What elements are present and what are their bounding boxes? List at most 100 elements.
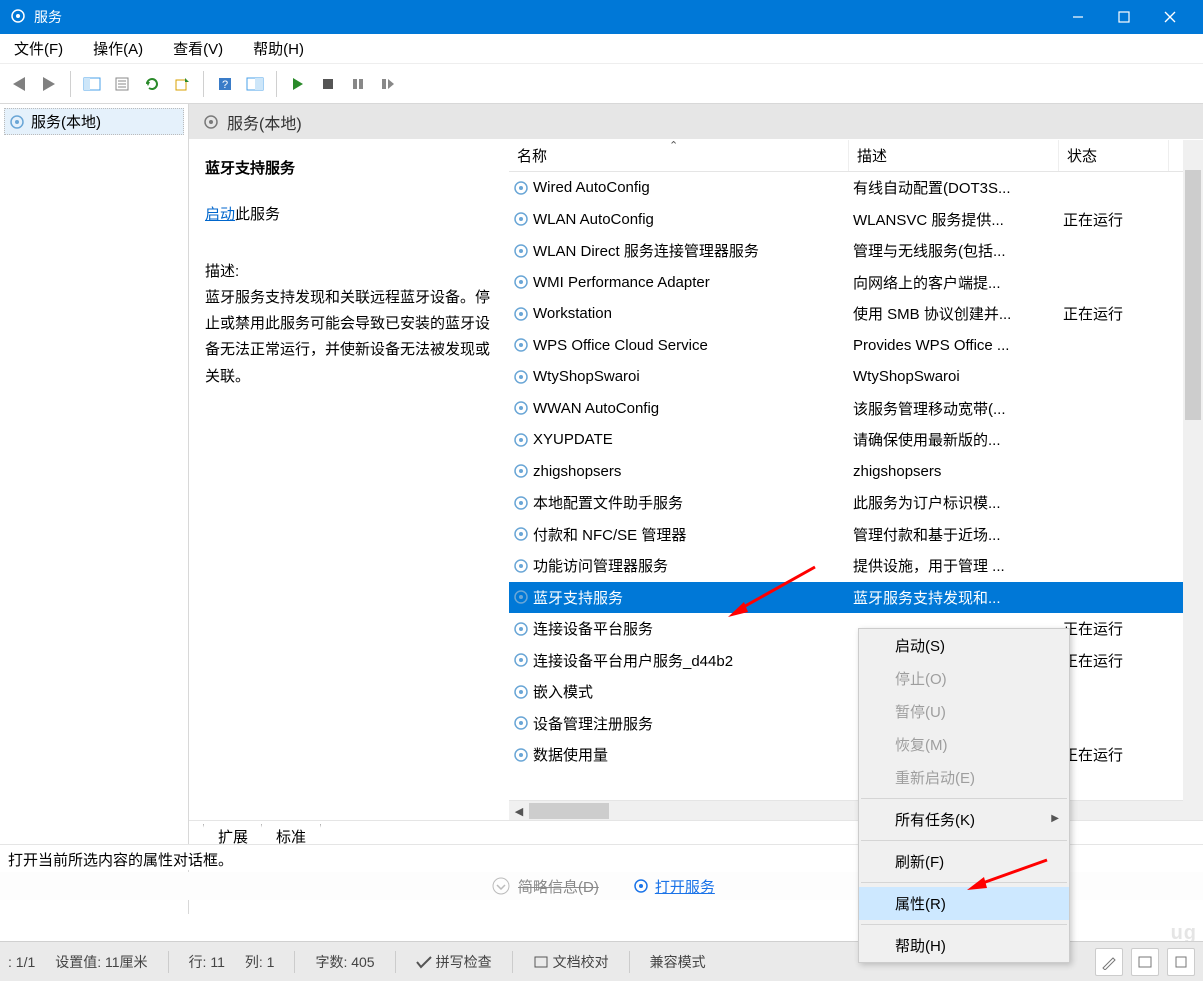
- status-text: 打开当前所选内容的属性对话框。: [8, 852, 233, 869]
- service-desc-cell: WLANSVC 服务提供...: [849, 209, 1059, 230]
- service-row[interactable]: 蓝牙支持服务蓝牙服务支持发现和...: [509, 582, 1203, 614]
- service-row[interactable]: WWAN AutoConfig该服务管理移动宽带(...: [509, 393, 1203, 425]
- brief-info-label[interactable]: 简略信息(D): [518, 876, 599, 897]
- service-status-cell: 正在运行: [1059, 303, 1169, 324]
- minimize-button[interactable]: [1055, 0, 1101, 34]
- window-title: 服务: [34, 7, 62, 27]
- service-name-cell: Wired AutoConfig: [509, 179, 849, 196]
- separator: [203, 71, 204, 97]
- ctx-help[interactable]: 帮助(H): [859, 929, 1069, 962]
- start-service-button[interactable]: [285, 71, 311, 97]
- col-indicator[interactable]: 列: 1: [245, 952, 275, 972]
- service-row[interactable]: XYUPDATE请确保使用最新版的...: [509, 424, 1203, 456]
- menu-view[interactable]: 查看(V): [169, 34, 227, 63]
- ctx-restart: 重新启动(E): [859, 761, 1069, 794]
- pause-service-button[interactable]: [345, 71, 371, 97]
- service-row[interactable]: WLAN AutoConfigWLANSVC 服务提供...正在运行: [509, 204, 1203, 236]
- scroll-left-button[interactable]: ◀: [509, 801, 529, 821]
- view-mode-icon[interactable]: [1131, 948, 1159, 976]
- service-row[interactable]: 嵌入模式: [509, 676, 1203, 708]
- service-row[interactable]: 连接设备平台用户服务_d44b2正在运行: [509, 645, 1203, 677]
- service-name-cell: zhigshopsers: [509, 463, 849, 480]
- service-name-cell: 付款和 NFC/SE 管理器: [509, 524, 849, 545]
- annotation-arrow-icon: [962, 855, 1052, 900]
- ctx-alltasks[interactable]: 所有任务(K): [859, 803, 1069, 836]
- service-row[interactable]: 本地配置文件助手服务此服务为订户标识模...: [509, 487, 1203, 519]
- service-name-cell: WPS Office Cloud Service: [509, 337, 849, 354]
- start-link[interactable]: 启动: [205, 206, 235, 223]
- expand-icon[interactable]: [1167, 948, 1195, 976]
- vertical-scrollbar[interactable]: [1183, 140, 1203, 820]
- service-row[interactable]: Workstation使用 SMB 协议创建并...正在运行: [509, 298, 1203, 330]
- refresh-button[interactable]: [139, 71, 165, 97]
- ctx-start[interactable]: 启动(S): [859, 629, 1069, 662]
- separator: [861, 924, 1067, 925]
- service-row[interactable]: WPS Office Cloud ServiceProvides WPS Off…: [509, 330, 1203, 362]
- service-desc-cell: 提供设施，用于管理 ...: [849, 555, 1059, 576]
- service-desc-cell: 使用 SMB 协议创建并...: [849, 303, 1059, 324]
- scroll-thumb[interactable]: [529, 803, 609, 819]
- service-row[interactable]: zhigshopserszhigshopsers: [509, 456, 1203, 488]
- stop-service-button[interactable]: [315, 71, 341, 97]
- help-button[interactable]: ?: [212, 71, 238, 97]
- service-desc-cell: 向网络上的客户端提...: [849, 272, 1059, 293]
- maximize-button[interactable]: [1101, 0, 1147, 34]
- service-desc-cell: 有线自动配置(DOT3S...: [849, 177, 1059, 198]
- horizontal-scrollbar[interactable]: ◀ ▶: [509, 800, 1203, 820]
- spellcheck[interactable]: 拼写检查: [416, 952, 492, 972]
- menu-help[interactable]: 帮助(H): [249, 34, 308, 63]
- title-bar: 服务: [0, 0, 1203, 34]
- scroll-thumb[interactable]: [1185, 170, 1201, 420]
- service-name-cell: 本地配置文件助手服务: [509, 492, 849, 513]
- set-value[interactable]: 设置值: 11厘米: [55, 952, 147, 972]
- menu-action[interactable]: 操作(A): [89, 34, 147, 63]
- line-indicator[interactable]: 行: 11: [189, 952, 225, 972]
- service-row[interactable]: 功能访问管理器服务提供设施，用于管理 ...: [509, 550, 1203, 582]
- service-name-cell: 连接设备平台用户服务_d44b2: [509, 650, 849, 671]
- tree-item-services-local[interactable]: 服务(本地): [4, 108, 184, 135]
- proofing[interactable]: 文档校对: [533, 952, 609, 972]
- service-row[interactable]: WLAN Direct 服务连接管理器服务管理与无线服务(包括...: [509, 235, 1203, 267]
- service-desc-cell: 蓝牙服务支持发现和...: [849, 587, 1059, 608]
- sort-indicator-icon: ⌃: [669, 139, 678, 152]
- back-button[interactable]: [6, 71, 32, 97]
- service-desc-cell: Provides WPS Office ...: [849, 337, 1059, 354]
- page-indicator[interactable]: : 1/1: [8, 954, 35, 970]
- service-desc-cell: 请确保使用最新版的...: [849, 429, 1059, 450]
- show-hide-tree-button[interactable]: [79, 71, 105, 97]
- service-name-cell: 数据使用量: [509, 744, 849, 765]
- close-button[interactable]: [1147, 0, 1193, 34]
- col-header-name[interactable]: 名称⌃: [509, 140, 849, 171]
- char-count[interactable]: 字数: 405: [315, 952, 374, 972]
- service-desc-cell: 管理与无线服务(包括...: [849, 240, 1059, 261]
- menu-file[interactable]: 文件(F): [10, 34, 67, 63]
- desc-label: 描述:: [205, 259, 493, 285]
- start-suffix: 此服务: [235, 206, 280, 223]
- forward-button[interactable]: [36, 71, 62, 97]
- properties-button[interactable]: [109, 71, 135, 97]
- service-name-cell: WMI Performance Adapter: [509, 274, 849, 291]
- service-row[interactable]: 付款和 NFC/SE 管理器管理付款和基于近场...: [509, 519, 1203, 551]
- col-header-status[interactable]: 状态: [1059, 140, 1169, 171]
- edit-mode-icon[interactable]: [1095, 948, 1123, 976]
- service-row[interactable]: Wired AutoConfig有线自动配置(DOT3S...: [509, 172, 1203, 204]
- col-header-desc[interactable]: 描述: [849, 140, 1059, 171]
- service-status-cell: 正在运行: [1059, 744, 1169, 765]
- service-row[interactable]: WMI Performance Adapter向网络上的客户端提...: [509, 267, 1203, 299]
- separator: [70, 71, 71, 97]
- service-desc-cell: zhigshopsers: [849, 463, 1059, 480]
- service-row[interactable]: 设备管理注册服务: [509, 708, 1203, 740]
- service-row[interactable]: WtyShopSwaroiWtyShopSwaroi: [509, 361, 1203, 393]
- service-row[interactable]: 连接设备平台服务正在运行: [509, 613, 1203, 645]
- restart-service-button[interactable]: [375, 71, 401, 97]
- service-row[interactable]: 数据使用量 正在运行: [509, 739, 1203, 771]
- separator: [861, 798, 1067, 799]
- open-services-link[interactable]: 打开服务: [655, 876, 715, 897]
- tree-pane: 服务(本地): [0, 104, 189, 914]
- console-button[interactable]: [242, 71, 268, 97]
- service-name-cell: XYUPDATE: [509, 431, 849, 448]
- export-button[interactable]: [169, 71, 195, 97]
- compat-mode[interactable]: 兼容模式: [650, 952, 706, 972]
- start-line: 启动此服务: [205, 202, 493, 228]
- separator: [861, 840, 1067, 841]
